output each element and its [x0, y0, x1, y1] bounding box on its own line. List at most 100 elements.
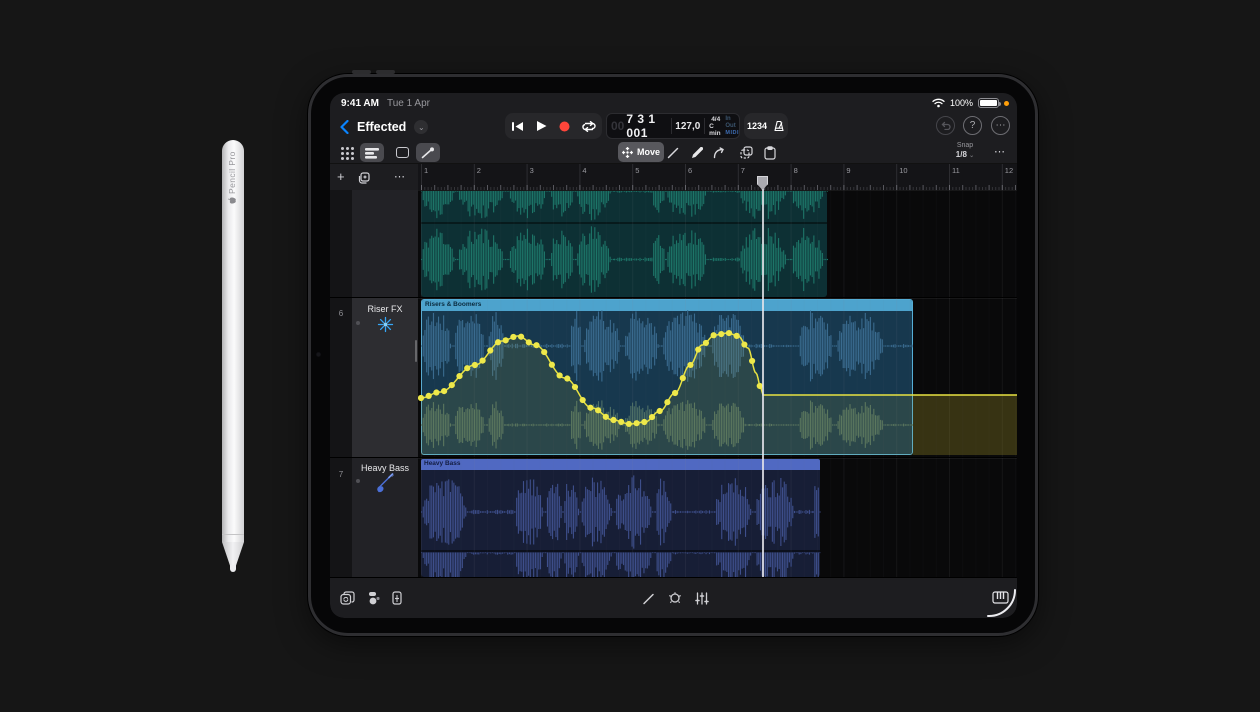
logic-pro-screen: 9:41 AM Tue 1 Apr 100% Effected ⌄	[330, 93, 1017, 618]
track-header-heavy-bass[interactable]: Heavy Bass	[352, 458, 418, 577]
metronome-icon[interactable]	[773, 120, 785, 132]
duplicate-track-button[interactable]	[358, 171, 370, 189]
toolbar-more-button[interactable]: ⋯	[994, 145, 1006, 158]
automation-point[interactable]	[603, 414, 609, 420]
back-chevron-icon[interactable]	[340, 120, 349, 134]
transport-controls	[505, 113, 602, 139]
automation-point[interactable]	[641, 419, 647, 425]
automation-point[interactable]	[426, 393, 432, 399]
undo-button[interactable]	[936, 116, 955, 135]
mixer-icon	[695, 592, 709, 605]
add-track-button[interactable]: +	[337, 169, 345, 184]
editor-button[interactable]	[642, 592, 655, 605]
move-tool-button[interactable]: Move	[618, 142, 664, 162]
automation-point[interactable]	[718, 331, 724, 337]
automation-point[interactable]	[503, 337, 509, 343]
project-dropdown-button[interactable]: ⌄	[414, 120, 428, 134]
lcd-display[interactable]: 00 7 3 1 001 127,0 4/4C min In OutMIDI	[606, 113, 740, 139]
automation-point[interactable]	[587, 405, 593, 411]
automation-point[interactable]	[741, 341, 747, 347]
automation-point[interactable]	[533, 342, 539, 348]
automation-point[interactable]	[695, 346, 701, 352]
automation-point[interactable]	[610, 417, 616, 423]
automation-point[interactable]	[703, 340, 709, 346]
automation-point[interactable]	[526, 339, 532, 345]
view-grid-button[interactable]	[334, 143, 358, 162]
tempo-value: 127,0	[675, 121, 700, 132]
automation-point[interactable]	[495, 339, 501, 345]
automation-point[interactable]	[449, 382, 455, 388]
track-state-dot	[356, 479, 360, 483]
automation-point[interactable]	[572, 384, 578, 390]
count-in-button[interactable]: 1234	[747, 121, 767, 131]
automation-point[interactable]	[541, 349, 547, 355]
track-header-more-button[interactable]: ⋯	[394, 170, 406, 183]
paste-button[interactable]	[758, 143, 782, 162]
automation-point[interactable]	[634, 420, 640, 426]
record-button[interactable]	[559, 121, 570, 132]
view-cell-button[interactable]	[390, 143, 414, 162]
automation-point[interactable]	[749, 358, 755, 364]
apple-pencil-label: Pencil Pro	[227, 151, 237, 204]
mic-indicator-dot	[1004, 101, 1009, 106]
snap-setting[interactable]: Snap 1/8 ⌄	[950, 141, 980, 161]
automation-point[interactable]	[687, 362, 693, 368]
automation-point[interactable]	[418, 395, 424, 401]
automation-point[interactable]	[549, 362, 555, 368]
automation-curve[interactable]	[418, 190, 1017, 577]
automation-point[interactable]	[480, 358, 486, 364]
automation-point[interactable]	[595, 407, 601, 413]
view-automation-button[interactable]	[416, 143, 440, 162]
view-tracks-button[interactable]	[360, 143, 384, 162]
pencil-tool-button[interactable]	[686, 143, 708, 162]
cycle-button[interactable]	[582, 121, 596, 132]
automation-point[interactable]	[734, 333, 740, 339]
loop-browser-button[interactable]	[340, 591, 355, 605]
automation-point[interactable]	[510, 334, 516, 340]
automation-point[interactable]	[518, 334, 524, 340]
automation-point[interactable]	[472, 362, 478, 368]
automation-point[interactable]	[564, 375, 570, 381]
browser-icon	[367, 591, 380, 605]
play-button[interactable]	[536, 120, 547, 132]
automation-point[interactable]	[618, 419, 624, 425]
more-options-button[interactable]: ⋯	[991, 116, 1010, 135]
automation-point[interactable]	[464, 365, 470, 371]
automation-point[interactable]	[487, 347, 493, 353]
automation-point[interactable]	[672, 390, 678, 396]
track-header-riser-fx[interactable]: Riser FX	[352, 298, 418, 457]
track-name: Heavy Bass	[352, 463, 418, 473]
track-header-6[interactable]	[352, 190, 418, 297]
duplicate-icon	[358, 172, 370, 184]
status-date: Tue 1 Apr	[387, 98, 430, 109]
editor-pencil-icon	[642, 592, 655, 605]
automation-point[interactable]	[726, 330, 732, 336]
automation-point[interactable]	[441, 388, 447, 394]
automation-point[interactable]	[626, 421, 632, 427]
automation-point[interactable]	[664, 399, 670, 405]
help-button[interactable]: ?	[963, 116, 982, 135]
copy-button[interactable]	[734, 143, 758, 162]
automation-point[interactable]	[580, 397, 586, 403]
channel-strip-button[interactable]	[392, 591, 402, 605]
plugins-button[interactable]	[668, 591, 682, 605]
automation-point[interactable]	[649, 414, 655, 420]
track-state-dot	[356, 321, 360, 325]
fader-icon	[392, 591, 402, 605]
automation-point[interactable]	[680, 375, 686, 381]
automation-point[interactable]	[456, 373, 462, 379]
timeline-ruler[interactable]: 123456789101112	[418, 163, 1017, 190]
automation-point[interactable]	[557, 372, 563, 378]
automation-point[interactable]	[711, 332, 717, 338]
track-header-tools: + ⋯	[330, 163, 418, 190]
countin-metronome-group: 1234	[744, 113, 788, 139]
line-tool-button[interactable]	[662, 143, 684, 162]
automation-point[interactable]	[433, 389, 439, 395]
line-tool-icon	[667, 147, 679, 159]
browser-button[interactable]	[367, 591, 380, 605]
curve-tool-button[interactable]	[708, 143, 730, 162]
mixer-button[interactable]	[695, 592, 709, 605]
go-to-beginning-button[interactable]	[511, 121, 524, 132]
automation-point[interactable]	[657, 408, 663, 414]
bar-number: 4	[582, 166, 586, 175]
